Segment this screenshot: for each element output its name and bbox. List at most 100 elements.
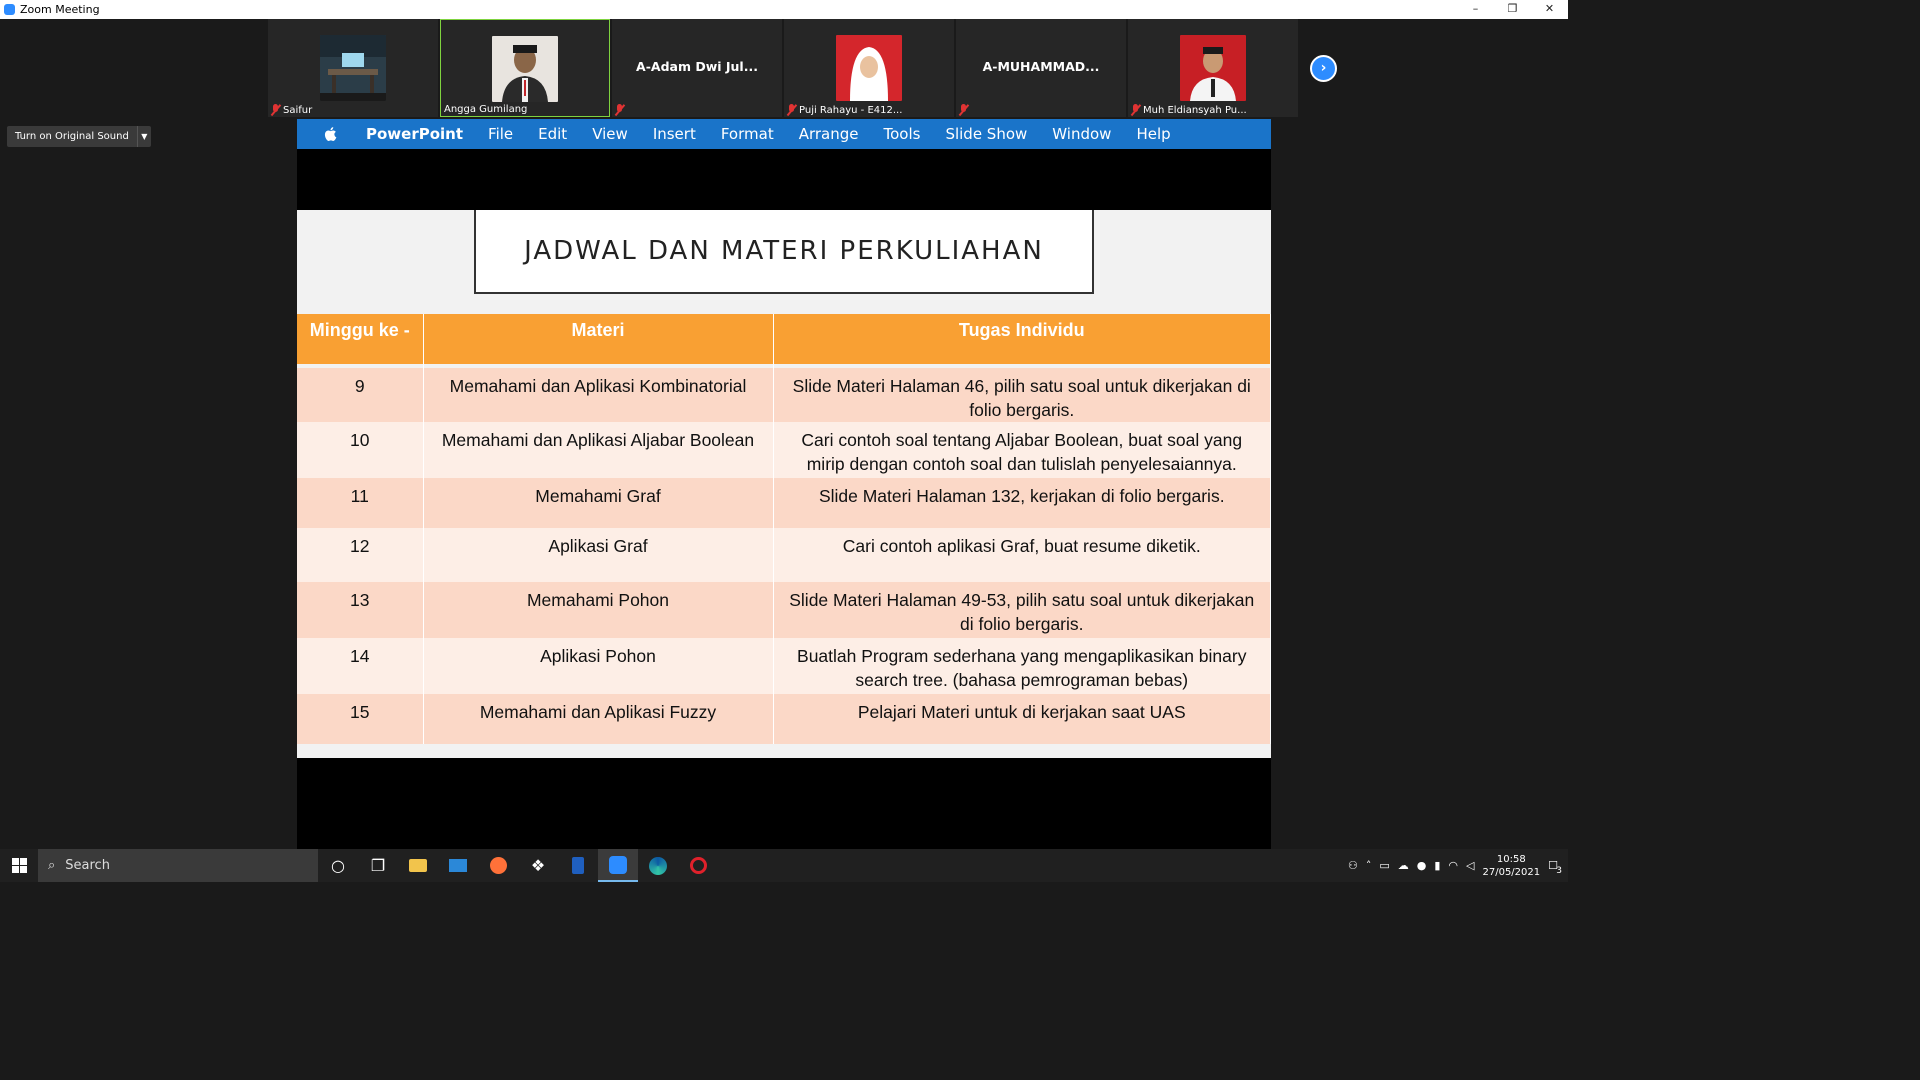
cell-tugas: Pelajari Materi untuk di kerjakan saat U… [773,694,1271,744]
menu-help[interactable]: Help [1136,125,1170,143]
cell-materi: Memahami Graf [423,478,774,528]
notification-center-icon[interactable]: ☐ 3 [1548,859,1562,876]
menu-file[interactable]: File [488,125,513,143]
menu-slide-show[interactable]: Slide Show [945,125,1027,143]
taskbar-clock[interactable]: 10:58 27/05/2021 [1482,853,1540,879]
chevron-right-icon: › [1320,60,1327,76]
participant-video [836,35,902,101]
mac-menubar: PowerPoint File Edit View Insert Format … [297,119,1271,149]
window-titlebar: Zoom Meeting – ❐ ✕ [0,0,1568,19]
mic-muted-icon [271,104,280,116]
minimize-button[interactable]: – [1457,0,1494,19]
table-row: 13 Memahami Pohon Slide Materi Halaman 4… [297,582,1271,638]
zoom-icon[interactable] [598,849,638,882]
mail-icon[interactable] [438,849,478,882]
window-title: Zoom Meeting [20,3,100,16]
cloud-icon[interactable]: ☁ [1398,859,1409,872]
col-header-materi: Materi [423,314,774,364]
participant-tile[interactable]: Muh Eldiansyah Pu... [1128,19,1298,117]
original-sound-button[interactable]: Turn on Original Sound [7,126,137,147]
schedule-table: Minggu ke - Materi Tugas Individu 9 Mema… [297,314,1271,744]
participant-status [615,104,624,116]
participant-name: Saifur [271,104,312,116]
cell-week: 13 [297,582,424,638]
apple-icon[interactable] [322,125,340,143]
microphone-icon[interactable]: ● [1417,859,1427,872]
participant-status [959,104,968,116]
cell-tugas: Cari contoh aplikasi Graf, buat resume d… [773,528,1271,582]
meeting-stage: Saifur Angga Gumilang A-Adam Dwi Jul... … [0,19,1568,849]
next-participants-button[interactable]: › [1310,55,1337,82]
menu-format[interactable]: Format [721,125,774,143]
menu-app-name[interactable]: PowerPoint [366,125,463,143]
chevron-up-icon[interactable]: ˄ [1366,859,1372,872]
search-icon: ⌕ [48,858,56,873]
windows-logo-icon [11,858,27,873]
display-icon[interactable]: ▭ [1379,859,1389,872]
edge-icon[interactable] [638,849,678,882]
cell-materi: Aplikasi Pohon [423,638,774,694]
menu-tools[interactable]: Tools [883,125,920,143]
cell-tugas: Slide Materi Halaman 49-53, pilih satu s… [773,582,1271,638]
chevron-down-icon[interactable]: ▼ [136,126,151,147]
app-icon[interactable] [558,849,598,882]
task-view-icon[interactable]: ❐ [358,849,398,882]
close-button[interactable]: ✕ [1531,0,1568,19]
participant-tile[interactable]: Saifur [268,19,438,117]
cell-week: 15 [297,694,424,744]
table-row: 12 Aplikasi Graf Cari contoh aplikasi Gr… [297,528,1271,582]
participant-video [320,35,386,101]
start-button[interactable] [0,849,38,882]
menu-window[interactable]: Window [1052,125,1111,143]
shared-screen: PowerPoint File Edit View Insert Format … [297,119,1271,849]
mic-muted-icon [787,104,796,116]
system-tray: ⚇ ˄ ▭ ☁ ● ▮ ◠ ◁ 10:58 27/05/2021 ☐ 3 [1348,849,1568,882]
clock-time: 10:58 [1496,853,1526,865]
participant-tile[interactable]: A-Adam Dwi Jul... [612,19,782,117]
cell-week: 14 [297,638,424,694]
participant-name: Puji Rahayu - E412... [787,104,902,116]
table-row: 9 Memahami dan Aplikasi Kombinatorial Sl… [297,368,1271,422]
participant-video [492,36,558,102]
mic-muted-icon [615,104,624,116]
participant-strip: Saifur Angga Gumilang A-Adam Dwi Jul... … [268,19,1300,117]
menu-edit[interactable]: Edit [538,125,567,143]
red-app-icon[interactable] [678,849,718,882]
original-sound-control: Turn on Original Sound ▼ [7,126,151,147]
participant-tile-active-speaker[interactable]: Angga Gumilang [440,19,610,117]
participant-tile[interactable]: A-MUHAMMAD... [956,19,1126,117]
participant-name-placeholder: A-Adam Dwi Jul... [636,59,758,74]
firefox-icon[interactable] [478,849,518,882]
table-row: 10 Memahami dan Aplikasi Aljabar Boolean… [297,422,1271,478]
file-explorer-icon[interactable] [398,849,438,882]
cortana-icon[interactable]: ○ [318,849,358,882]
wifi-icon[interactable]: ◠ [1448,859,1458,872]
cell-week: 9 [297,368,424,422]
mic-muted-icon [1131,104,1140,116]
windows-taskbar: ⌕ Search ○ ❐ ❖ ⚇ ˄ ▭ ☁ ● ▮ ◠ ◁ 10:58 27/… [0,849,1568,882]
cell-materi: Memahami dan Aplikasi Aljabar Boolean [423,422,774,478]
table-row: 14 Aplikasi Pohon Buatlah Program sederh… [297,638,1271,694]
col-header-tugas: Tugas Individu [773,314,1271,364]
slide: JADWAL DAN MATERI PERKULIAHAN Minggu ke … [297,210,1271,758]
col-header-week: Minggu ke - [297,314,424,364]
dropbox-icon[interactable]: ❖ [518,849,558,882]
menu-view[interactable]: View [592,125,628,143]
cell-week: 12 [297,528,424,582]
participant-tile[interactable]: Puji Rahayu - E412... [784,19,954,117]
battery-icon[interactable]: ▮ [1434,859,1440,872]
table-row: 15 Memahami dan Aplikasi Fuzzy Pelajari … [297,694,1271,744]
cell-tugas: Slide Materi Halaman 46, pilih satu soal… [773,368,1271,422]
volume-icon[interactable]: ◁ [1466,859,1474,872]
notification-count: 3 [1556,866,1562,876]
cell-materi: Memahami dan Aplikasi Fuzzy [423,694,774,744]
taskbar-search-box[interactable]: ⌕ Search [38,849,318,882]
menu-insert[interactable]: Insert [653,125,696,143]
table-header-row: Minggu ke - Materi Tugas Individu [297,314,1271,364]
people-icon[interactable]: ⚇ [1348,859,1358,872]
cell-materi: Memahami Pohon [423,582,774,638]
participant-name: Angga Gumilang [444,104,528,115]
clock-date: 27/05/2021 [1482,866,1541,878]
restore-button[interactable]: ❐ [1494,0,1531,19]
menu-arrange[interactable]: Arrange [799,125,859,143]
